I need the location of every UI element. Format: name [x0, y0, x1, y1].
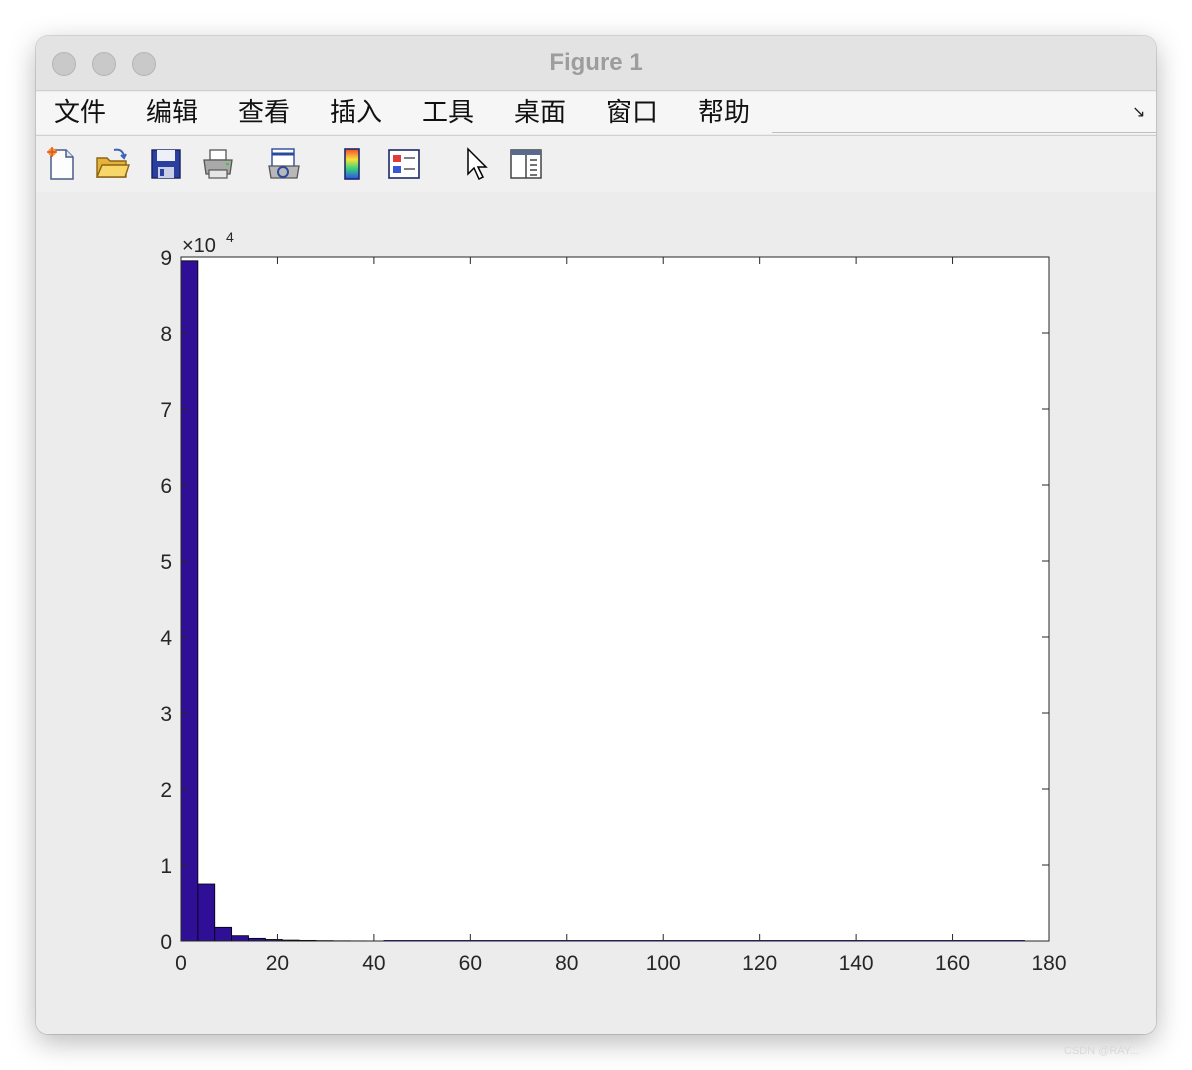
x-tick-label: 160	[935, 952, 970, 975]
plot-area	[181, 257, 1049, 941]
toolbar	[36, 135, 1156, 193]
histogram-bar	[231, 935, 249, 942]
y-tick-label: 2	[160, 779, 172, 802]
y-tick-label: 4	[160, 627, 172, 650]
y-tick-label: 1	[160, 855, 172, 878]
histogram-bar	[214, 926, 233, 942]
menu-window[interactable]: 窗口	[606, 96, 658, 130]
menu-help[interactable]: 帮助	[698, 96, 750, 130]
y-tick-label: 0	[160, 931, 172, 954]
new-figure-icon[interactable]	[44, 146, 80, 182]
x-tick-label: 0	[175, 952, 187, 975]
menu-tools[interactable]: 工具	[422, 96, 474, 130]
figure-window: Figure 1 文件 编辑 查看 插入 工具 桌面 窗口 帮助 ↘ 0 20 …	[36, 36, 1156, 1034]
edit-plot-pointer-icon[interactable]	[458, 146, 494, 182]
print-icon[interactable]	[200, 146, 236, 182]
y-exponent-label: ×10	[182, 235, 216, 257]
print-preview-icon[interactable]	[266, 146, 302, 182]
x-tick-label: 80	[555, 952, 578, 975]
window-title: Figure 1	[549, 49, 643, 76]
y-tick-label: 6	[160, 475, 172, 498]
y-tick-label: 9	[160, 247, 172, 270]
title-bar: Figure 1	[36, 36, 1156, 91]
histogram-bar	[180, 260, 199, 942]
histogram-bar	[197, 883, 216, 942]
x-tick-label: 20	[266, 952, 289, 975]
watermark: CSDN @RAY...	[1064, 1045, 1139, 1057]
menu-desktop[interactable]: 桌面	[514, 96, 566, 130]
property-editor-icon[interactable]	[508, 146, 544, 182]
menu-overflow-icon[interactable]: ↘	[1132, 102, 1145, 122]
insert-colorbar-icon[interactable]	[334, 146, 370, 182]
menu-edit[interactable]: 编辑	[146, 96, 198, 130]
menu-bar: 文件 编辑 查看 插入 工具 桌面 窗口 帮助 ↘	[36, 92, 1156, 134]
y-tick-label: 8	[160, 323, 172, 346]
x-tick-label: 120	[742, 952, 777, 975]
histogram-chart[interactable]: 0 20 40 60 80 100 120 140 160 180 0 1 2 3 4 5 6 7 8 9 ×10 4	[36, 192, 1156, 1034]
figure-canvas: 0 20 40 60 80 100 120 140 160 180 0 1 2 3 4 5 6 7 8 9 ×10 4	[36, 192, 1156, 1034]
menu-insert[interactable]: 插入	[330, 96, 382, 130]
menu-file[interactable]: 文件	[54, 96, 106, 130]
x-tick-label: 40	[362, 952, 385, 975]
x-tick-label: 60	[459, 952, 482, 975]
y-tick-label: 7	[160, 399, 172, 422]
y-exponent-power: 4	[226, 229, 234, 245]
menu-view[interactable]: 查看	[238, 96, 290, 130]
y-tick-label: 5	[160, 551, 172, 574]
menu-divider	[772, 132, 1156, 133]
save-icon[interactable]	[148, 146, 184, 182]
x-tick-label: 140	[839, 952, 874, 975]
x-tick-label: 100	[646, 952, 681, 975]
open-file-icon[interactable]	[94, 146, 130, 182]
insert-legend-icon[interactable]	[386, 146, 422, 182]
y-tick-label: 3	[160, 703, 172, 726]
x-tick-label: 180	[1031, 952, 1066, 975]
